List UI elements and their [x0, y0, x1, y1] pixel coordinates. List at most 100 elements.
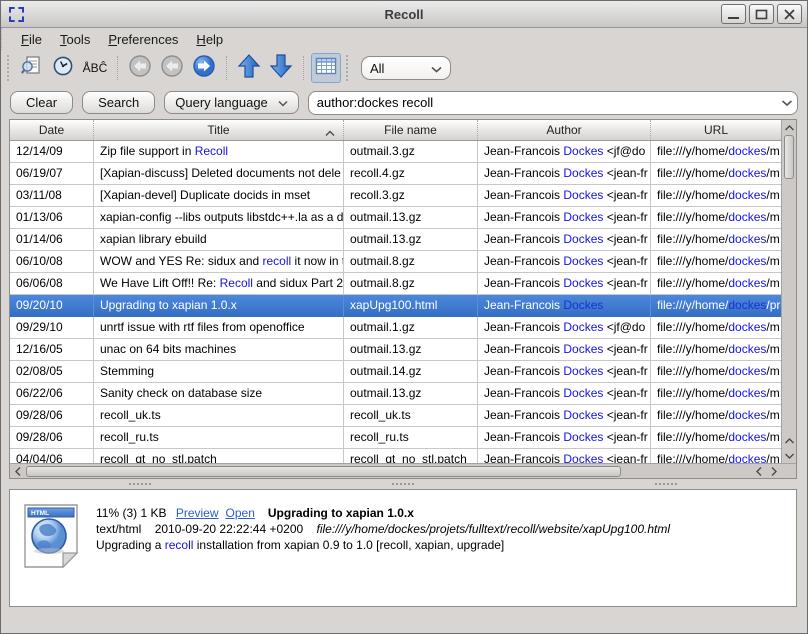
result-stats: 11% (3) 1 KB: [96, 506, 166, 520]
highlighted-term-link[interactable]: dockes: [728, 430, 766, 444]
highlighted-term-link[interactable]: Recoll: [220, 276, 253, 290]
table-row[interactable]: 12/16/05unac on 64 bits machinesoutmail.…: [10, 339, 781, 361]
highlighted-term-link[interactable]: dockes: [728, 408, 766, 422]
highlighted-term-link[interactable]: dockes: [728, 298, 766, 312]
highlighted-term-link[interactable]: Dockes: [563, 364, 603, 378]
highlighted-term-link[interactable]: Dockes: [563, 430, 603, 444]
sort-by-date-button[interactable]: [48, 53, 78, 83]
next-page-button[interactable]: [189, 53, 219, 83]
table-row[interactable]: 01/14/06xapian library ebuildoutmail.13.…: [10, 229, 781, 251]
table-row[interactable]: 03/11/08[Xapian-devel] Duplicate docids …: [10, 185, 781, 207]
table-row[interactable]: 09/28/06recoll_ru.tsrecoll_ru.tsJean-Fra…: [10, 427, 781, 449]
minimize-button[interactable]: [721, 4, 746, 24]
table-row[interactable]: 06/10/08WOW and YES Re: sidux and recoll…: [10, 251, 781, 273]
highlighted-term-link[interactable]: Dockes: [563, 452, 603, 463]
horizontal-scrollbar[interactable]: [10, 463, 796, 478]
toolbar-drag-handle[interactable]: [346, 55, 350, 81]
scroll-left-icon[interactable]: [751, 464, 766, 479]
scroll-down-icon[interactable]: [782, 448, 796, 463]
highlighted-term-link[interactable]: dockes: [728, 144, 766, 158]
highlighted-term-link[interactable]: dockes: [728, 276, 766, 290]
highlighted-term-link[interactable]: Dockes: [563, 232, 603, 246]
menu-preferences[interactable]: Preferences: [99, 30, 187, 49]
table-row[interactable]: 09/28/06recoll_uk.tsrecoll_uk.tsJean-Fra…: [10, 405, 781, 427]
column-header-author[interactable]: Author: [478, 120, 651, 140]
search-input[interactable]: [317, 95, 781, 110]
maximize-button[interactable]: [749, 4, 774, 24]
highlighted-term-link[interactable]: Dockes: [563, 320, 603, 334]
highlighted-term-link[interactable]: dockes: [728, 232, 766, 246]
highlighted-term-link[interactable]: Dockes: [563, 342, 603, 356]
table-row[interactable]: 01/13/06xapian-config --libs outputs lib…: [10, 207, 781, 229]
chevron-down-icon[interactable]: [781, 94, 793, 112]
toolbar-separator: [226, 56, 227, 80]
table-row[interactable]: 04/04/06recoll_qt_no_stl.patchrecoll_qt_…: [10, 449, 781, 463]
highlighted-term-link[interactable]: Dockes: [563, 166, 603, 180]
highlighted-term-link[interactable]: Dockes: [563, 210, 603, 224]
highlighted-term-link[interactable]: Recoll: [195, 144, 228, 158]
highlighted-term-link[interactable]: dockes: [728, 166, 766, 180]
menu-file[interactable]: File: [12, 30, 51, 49]
highlighted-term-link[interactable]: Dockes: [563, 276, 603, 290]
cell-date: 01/13/06: [10, 207, 94, 229]
scroll-up-icon[interactable]: [782, 120, 796, 135]
highlighted-term-link[interactable]: Dockes: [563, 408, 603, 422]
show-query-details-button[interactable]: [16, 53, 46, 83]
highlighted-term-link[interactable]: dockes: [728, 254, 766, 268]
recoll-term-link[interactable]: recoll: [165, 538, 194, 552]
vertical-scrollbar[interactable]: [781, 120, 796, 463]
highlighted-term-link[interactable]: dockes: [728, 342, 766, 356]
open-link[interactable]: Open: [226, 506, 255, 520]
table-row[interactable]: 09/29/10unrtf issue with rtf files from …: [10, 317, 781, 339]
term-explorer-button[interactable]: ÅBĈ: [80, 53, 110, 83]
splitter-dots-icon: [392, 483, 414, 485]
table-row[interactable]: 06/19/07[Xapian-discuss] Deleted documen…: [10, 163, 781, 185]
highlighted-term-link[interactable]: dockes: [728, 386, 766, 400]
highlighted-term-link[interactable]: dockes: [728, 452, 766, 463]
query-language-select[interactable]: Query language: [164, 91, 299, 114]
previous-result-button[interactable]: [234, 53, 264, 83]
highlighted-term-link[interactable]: Dockes: [563, 144, 603, 158]
column-header-url[interactable]: URL: [651, 120, 781, 140]
column-header-filename[interactable]: File name: [344, 120, 478, 140]
first-page-button[interactable]: [125, 53, 155, 83]
table-row[interactable]: 06/06/08We Have Lift Off!! Re: Recoll an…: [10, 273, 781, 295]
scroll-right-icon[interactable]: [766, 464, 781, 479]
table-row[interactable]: 06/22/06Sanity check on database sizeout…: [10, 383, 781, 405]
splitter-handle[interactable]: [9, 479, 797, 489]
status-bar: [1, 607, 807, 634]
mime-type: text/html: [96, 522, 141, 536]
window-menu-icon[interactable]: [9, 7, 24, 22]
previous-page-button[interactable]: [157, 53, 187, 83]
column-header-title[interactable]: Title: [94, 120, 344, 140]
highlighted-term-link[interactable]: Dockes: [563, 254, 603, 268]
highlighted-term-link[interactable]: recoll: [263, 254, 292, 268]
next-result-button[interactable]: [266, 53, 296, 83]
scroll-up-icon[interactable]: [782, 433, 796, 448]
highlighted-term-link[interactable]: Dockes: [563, 188, 603, 202]
menu-tools[interactable]: Tools: [51, 30, 99, 49]
table-row[interactable]: 12/14/09Zip file support in Recolloutmai…: [10, 141, 781, 163]
column-header-date[interactable]: Date: [10, 120, 94, 140]
vertical-scrollbar-track[interactable]: [782, 179, 796, 433]
highlighted-term-link[interactable]: dockes: [728, 188, 766, 202]
highlighted-term-link[interactable]: Dockes: [563, 298, 603, 312]
toolbar-drag-handle[interactable]: [7, 55, 11, 81]
horizontal-scrollbar-thumb[interactable]: [26, 466, 621, 477]
category-filter-select[interactable]: All: [361, 56, 451, 80]
highlighted-term-link[interactable]: Dockes: [563, 386, 603, 400]
preview-link[interactable]: Preview: [176, 506, 219, 520]
search-button[interactable]: Search: [82, 91, 155, 114]
title-bar[interactable]: Recoll: [1, 1, 807, 28]
menu-help[interactable]: Help: [187, 30, 232, 49]
highlighted-term-link[interactable]: dockes: [728, 364, 766, 378]
clear-button[interactable]: Clear: [10, 91, 73, 114]
vertical-scrollbar-thumb[interactable]: [784, 135, 794, 179]
highlighted-term-link[interactable]: dockes: [728, 320, 766, 334]
scroll-left-icon[interactable]: [10, 464, 25, 479]
table-row[interactable]: 09/20/10Upgrading to xapian 1.0.xxapUpg1…: [10, 295, 781, 317]
close-button[interactable]: [777, 4, 802, 24]
highlighted-term-link[interactable]: dockes: [728, 210, 766, 224]
table-view-toggle-button[interactable]: [311, 53, 341, 83]
table-row[interactable]: 02/08/05Stemmingoutmail.14.gzJean-Franco…: [10, 361, 781, 383]
